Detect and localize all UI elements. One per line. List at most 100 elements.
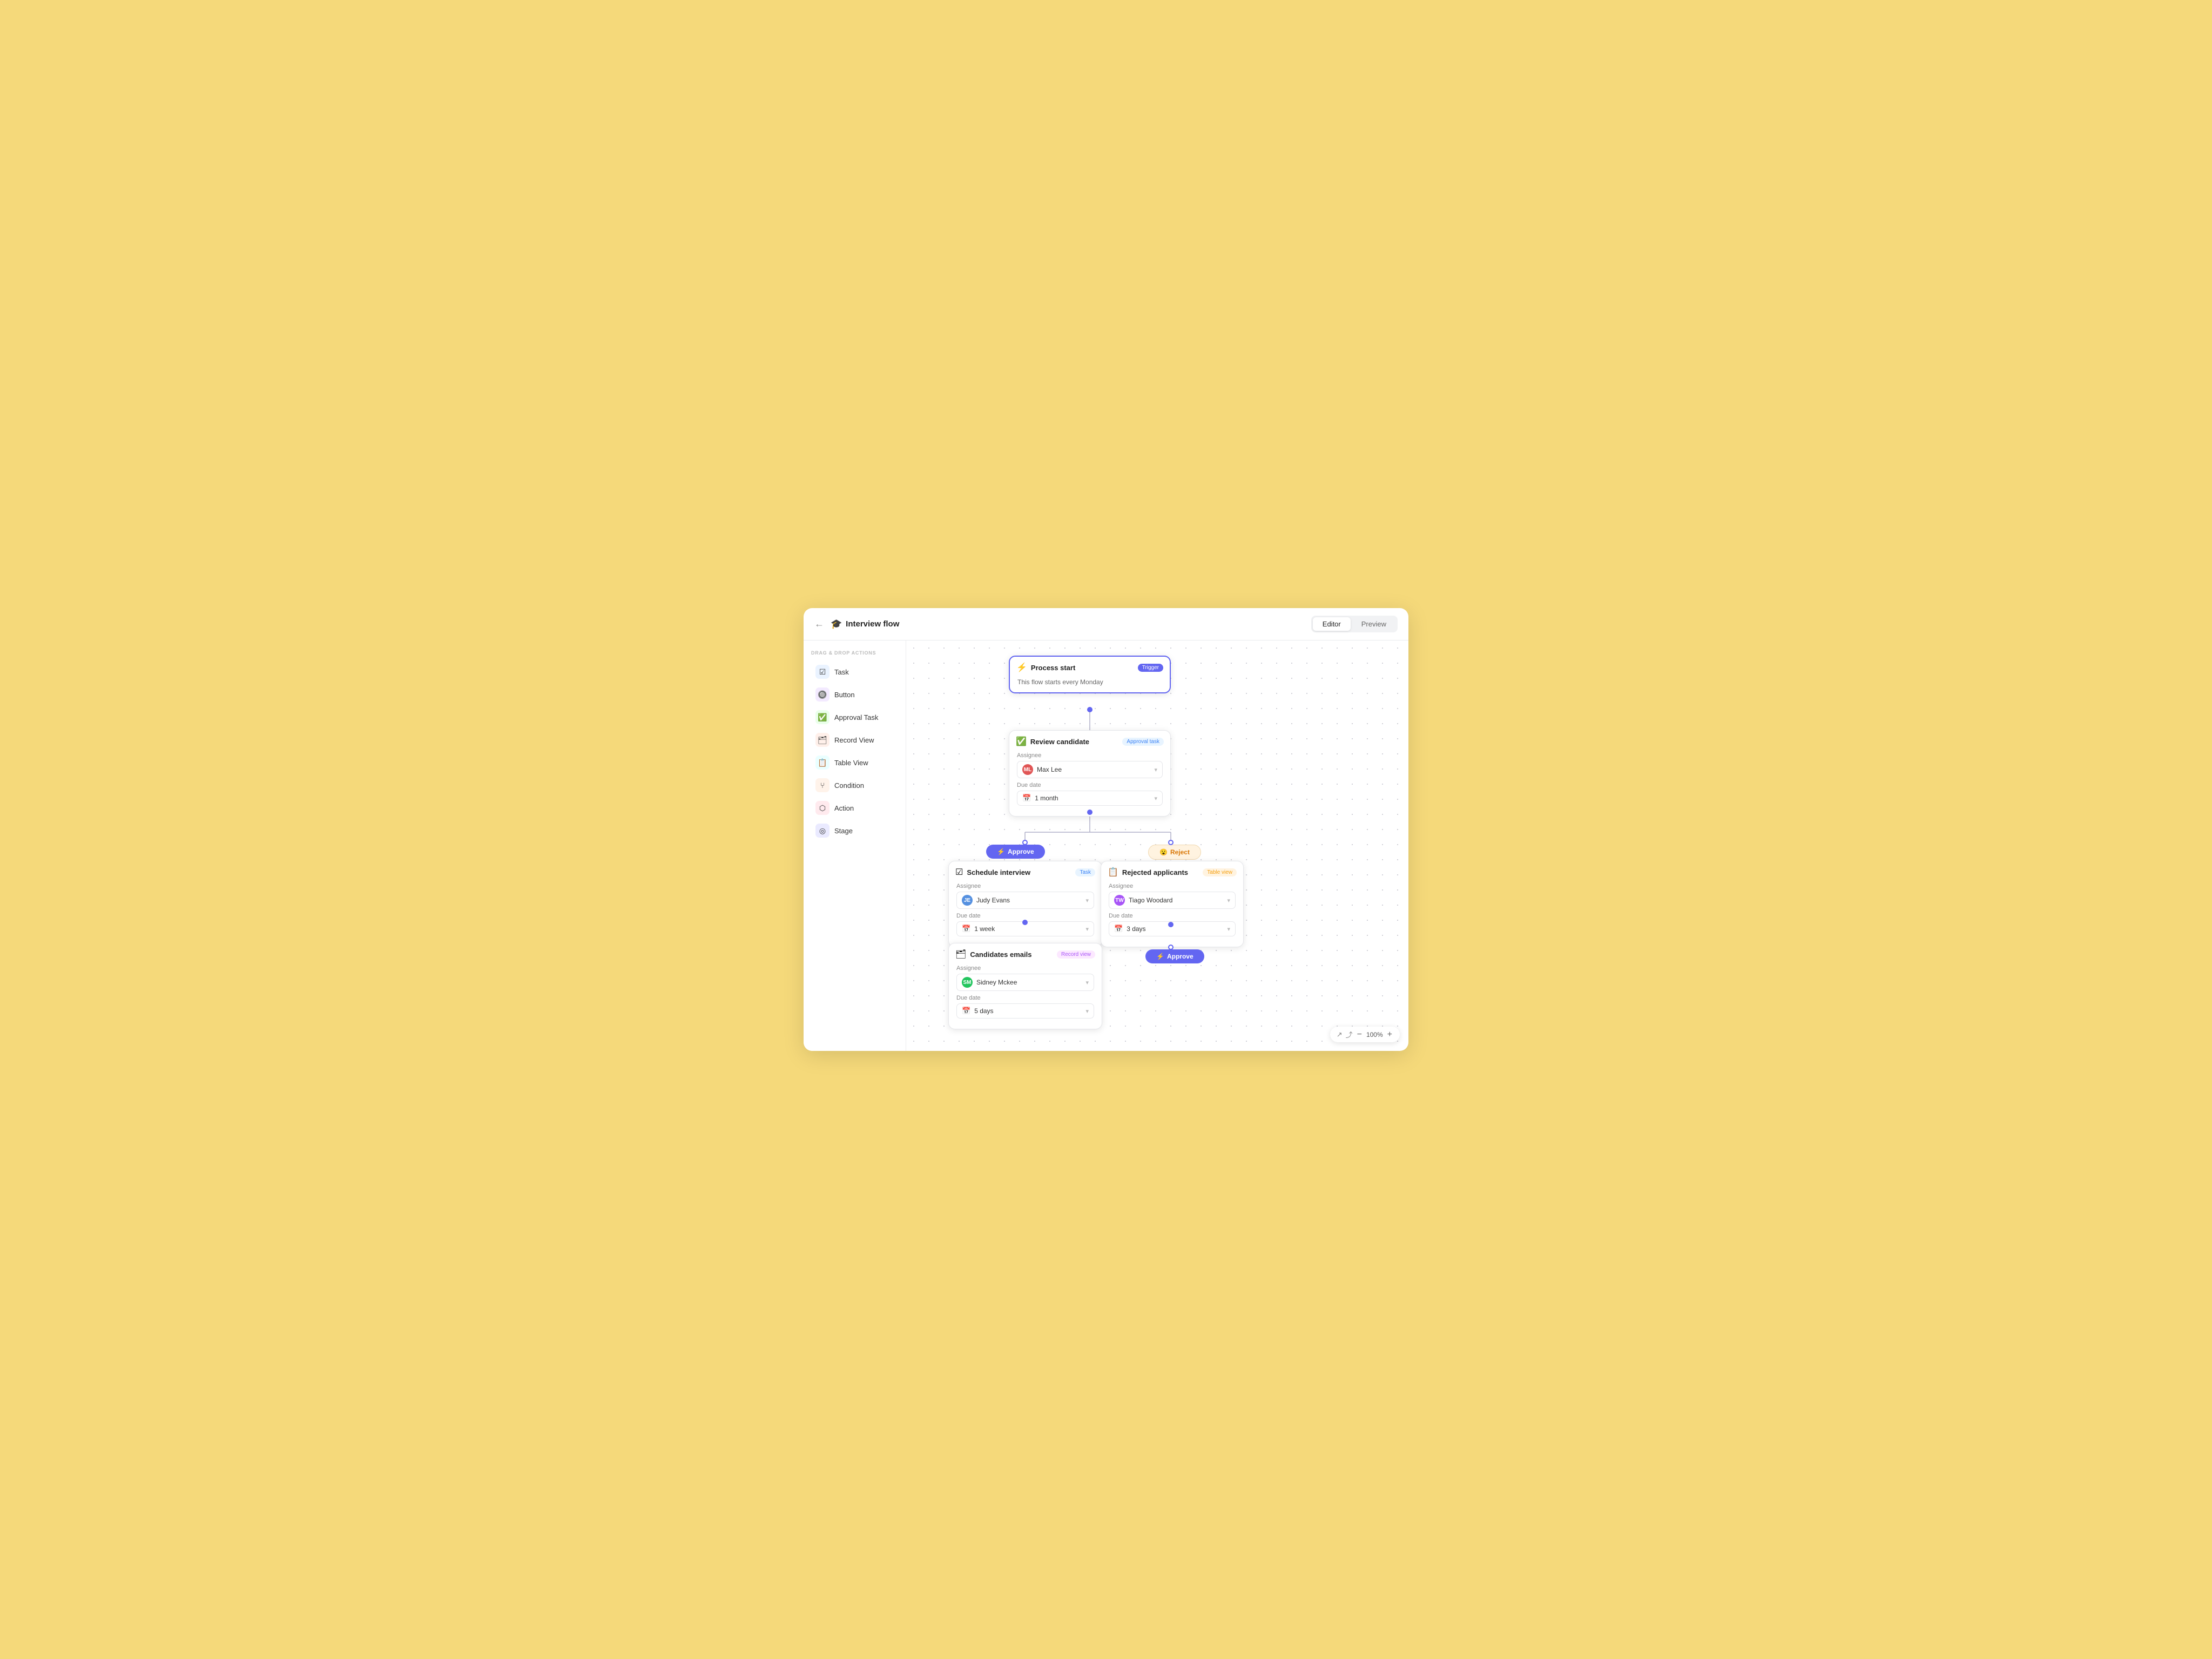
condition-icon: ⑂ — [815, 778, 830, 792]
header: ← 🎓 Interview flow Editor Preview — [804, 608, 1408, 640]
sidebar-item-task[interactable]: ☑ Task — [811, 661, 898, 683]
canvas[interactable]: ⚡ Process start Trigger This flow starts… — [906, 640, 1408, 1051]
approve1-icon: ⚡ — [997, 848, 1005, 855]
review-icon: ✅ — [1016, 736, 1027, 747]
review-duedate-arrow: ▾ — [1154, 795, 1157, 802]
schedule-duedate-label: Due date — [956, 913, 1094, 919]
rejected-duedate-value: 3 days — [1127, 925, 1145, 933]
candidates-icon: 🗂 — [955, 949, 966, 960]
rejected-duedate-arrow: ▾ — [1227, 926, 1230, 933]
connector-dot-ps-bottom — [1087, 707, 1092, 712]
zoom-share-icon[interactable]: ⤴ — [1346, 1029, 1353, 1040]
header-tabs: Editor Preview — [1311, 616, 1398, 632]
candidates-header: 🗂 Candidates emails Record view — [949, 943, 1102, 963]
candidates-assignee-label: Assignee — [956, 965, 1094, 972]
approve2-icon: ⚡ — [1156, 953, 1164, 960]
rejected-body: Assignee TW Tiago Woodard ▾ Due date 📅 3… — [1101, 881, 1243, 947]
process-start-body: This flow starts every Monday — [1010, 676, 1170, 692]
node-process-start-header: ⚡ Process start Trigger — [1010, 657, 1170, 676]
review-cal-icon: 📅 — [1022, 794, 1031, 802]
zoom-pointer-icon[interactable]: ↗ — [1337, 1030, 1343, 1039]
candidates-badge: Record view — [1057, 950, 1095, 959]
review-title: Review candidate — [1030, 738, 1118, 746]
schedule-assignee-select[interactable]: JE Judy Evans ▾ — [956, 892, 1094, 909]
sidebar-item-table-view[interactable]: 📋 Table View — [811, 752, 898, 773]
candidates-cal-icon: 📅 — [962, 1007, 970, 1015]
process-start-icon: ⚡ — [1016, 662, 1027, 673]
tab-preview[interactable]: Preview — [1352, 617, 1396, 631]
node-process-start[interactable]: ⚡ Process start Trigger This flow starts… — [1009, 656, 1171, 693]
zoom-in-button[interactable]: + — [1386, 1030, 1393, 1039]
main-content: DRAG & DROP ACTIONS ☑ Task 🔘 Button ✅ Ap… — [804, 640, 1408, 1051]
process-start-description: This flow starts every Monday — [1017, 678, 1103, 686]
action-label: Action — [834, 804, 854, 812]
schedule-header: ☑ Schedule interview Task — [949, 861, 1102, 881]
stage-label: Stage — [834, 827, 853, 835]
flow-inner: ⚡ Process start Trigger This flow starts… — [906, 640, 1392, 1051]
reject-icon: 😮 — [1159, 848, 1168, 856]
record-view-label: Record View — [834, 736, 874, 744]
rejected-header: 📋 Rejected applicants Table view — [1101, 861, 1243, 881]
rejected-assignee-arrow: ▾ — [1227, 897, 1230, 904]
candidates-assignee-name: Sidney Mckee — [976, 979, 1017, 986]
sidebar-item-approval[interactable]: ✅ Approval Task — [811, 706, 898, 728]
review-assignee-name: Max Lee — [1037, 766, 1062, 773]
schedule-icon: ☑ — [955, 867, 963, 878]
schedule-avatar: JE — [962, 895, 973, 906]
candidates-duedate-label: Due date — [956, 995, 1094, 1001]
sidebar-item-record-view[interactable]: 🗂 Record View — [811, 729, 898, 751]
back-button[interactable]: ← — [814, 618, 824, 630]
approve-button-1[interactable]: ⚡ Approve — [986, 845, 1045, 859]
approve2-label: Approve — [1167, 953, 1193, 960]
approve-button-2[interactable]: ⚡ Approve — [1145, 949, 1204, 963]
rejected-duedate-label: Due date — [1109, 913, 1236, 919]
candidates-duedate-select[interactable]: 📅 5 days ▾ — [956, 1003, 1094, 1019]
sidebar-item-stage[interactable]: ◎ Stage — [811, 820, 898, 841]
node-schedule-interview[interactable]: ☑ Schedule interview Task Assignee JE Ju… — [948, 861, 1102, 947]
schedule-bottom-dot — [1022, 920, 1028, 925]
candidates-duedate-value: 5 days — [974, 1007, 993, 1015]
schedule-assignee-arrow: ▾ — [1085, 897, 1089, 904]
approval-label: Approval Task — [834, 713, 878, 721]
candidates-avatar: SM — [962, 977, 973, 988]
rejected-assignee-select[interactable]: TW Tiago Woodard ▾ — [1109, 892, 1236, 909]
record-view-icon: 🗂 — [815, 733, 830, 747]
tab-editor[interactable]: Editor — [1313, 617, 1351, 631]
reject-button[interactable]: 😮 Reject — [1148, 845, 1201, 860]
sidebar-item-action[interactable]: ⬡ Action — [811, 797, 898, 819]
schedule-cal-icon: 📅 — [962, 925, 970, 933]
review-duedate-select[interactable]: 📅 1 month ▾ — [1017, 791, 1163, 806]
reject-dot — [1168, 840, 1174, 845]
candidates-duedate-arrow: ▾ — [1085, 1008, 1089, 1015]
node-rejected-applicants[interactable]: 📋 Rejected applicants Table view Assigne… — [1101, 861, 1244, 947]
schedule-assignee-label: Assignee — [956, 883, 1094, 889]
rejected-assignee-name: Tiago Woodard — [1129, 896, 1172, 904]
review-assignee-select[interactable]: ML Max Lee ▾ — [1017, 761, 1163, 778]
rejected-icon: 📋 — [1108, 867, 1118, 878]
schedule-duedate-arrow: ▾ — [1085, 926, 1089, 933]
candidates-assignee-select[interactable]: SM Sidney Mckee ▾ — [956, 974, 1094, 991]
node-review-candidate[interactable]: ✅ Review candidate Approval task Assigne… — [1009, 730, 1171, 817]
header-title: 🎓 Interview flow — [831, 619, 899, 630]
rejected-cal-icon: 📅 — [1114, 925, 1123, 933]
app-window: ← 🎓 Interview flow Editor Preview DRAG &… — [804, 608, 1408, 1051]
sidebar: DRAG & DROP ACTIONS ☑ Task 🔘 Button ✅ Ap… — [804, 640, 906, 1051]
sidebar-item-condition[interactable]: ⑂ Condition — [811, 774, 898, 796]
zoom-out-button[interactable]: − — [1356, 1030, 1363, 1039]
task-icon: ☑ — [815, 665, 830, 679]
sidebar-item-button[interactable]: 🔘 Button — [811, 684, 898, 705]
process-start-title: Process start — [1031, 664, 1134, 672]
condition-label: Condition — [834, 781, 864, 790]
schedule-assignee-name: Judy Evans — [976, 896, 1010, 904]
review-duedate-value: 1 month — [1035, 794, 1058, 802]
zoom-level: 100% — [1366, 1031, 1383, 1038]
schedule-badge: Task — [1075, 868, 1095, 876]
rejected-badge: Table view — [1203, 868, 1237, 876]
approve1-label: Approve — [1008, 848, 1034, 855]
schedule-body: Assignee JE Judy Evans ▾ Due date 📅 1 we… — [949, 881, 1102, 947]
candidates-body: Assignee SM Sidney Mckee ▾ Due date 📅 5 … — [949, 963, 1102, 1029]
stage-icon: ◎ — [815, 824, 830, 838]
reject-label: Reject — [1170, 848, 1190, 856]
node-candidates-emails[interactable]: 🗂 Candidates emails Record view Assignee… — [948, 943, 1102, 1029]
schedule-title: Schedule interview — [967, 868, 1071, 876]
